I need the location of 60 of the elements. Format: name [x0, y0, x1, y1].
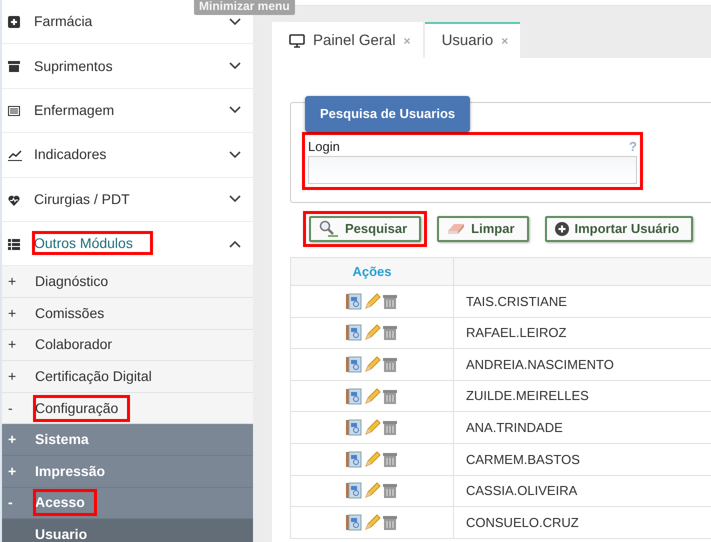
button[interactable]: Pesquisar [309, 216, 422, 242]
document-view-icon[interactable] [346, 324, 363, 342]
menu-item[interactable]: + Impressão [2, 456, 253, 488]
line-chart-icon [8, 150, 22, 162]
trash-icon[interactable] [382, 292, 398, 310]
document-view-icon[interactable] [346, 356, 363, 373]
input-field[interactable] [308, 156, 637, 184]
monitor-icon [289, 34, 305, 48]
field-label: Login [308, 138, 340, 156]
document-view-icon[interactable] [346, 482, 363, 500]
document-view-icon[interactable] [346, 292, 363, 310]
menu-item[interactable]: + Comissões [2, 298, 253, 330]
menu-item[interactable]: + Certificação Digital [2, 361, 253, 393]
chevron-down-icon [229, 18, 241, 26]
column-header: Ações [290, 258, 454, 286]
trash-icon[interactable] [382, 324, 398, 342]
menu-item[interactable]: - Configuração [2, 392, 253, 424]
list-icon [8, 106, 20, 116]
menu-item[interactable]: Usuario [2, 519, 253, 542]
chevron-down-icon [229, 62, 241, 70]
tab[interactable]: Usuario × [424, 22, 520, 58]
trash-icon[interactable] [382, 388, 398, 405]
chevron-down-icon [229, 150, 241, 159]
trash-icon[interactable] [382, 482, 398, 500]
document-view-icon[interactable] [346, 450, 363, 468]
trash-icon[interactable] [382, 514, 398, 531]
eraser-icon [447, 223, 466, 235]
chevron-down-icon [229, 195, 241, 204]
list-icon [8, 238, 20, 250]
pencil-icon[interactable] [364, 324, 381, 342]
document-view-icon[interactable] [346, 514, 363, 531]
trash-icon[interactable] [382, 450, 398, 468]
pencil-icon[interactable] [364, 419, 381, 436]
button[interactable]: Importar Usuário [544, 216, 694, 242]
pencil-icon[interactable] [364, 482, 381, 500]
chevron-up-icon [229, 240, 241, 248]
medical-cross-icon [8, 16, 20, 28]
pencil-icon[interactable] [364, 292, 381, 310]
pencil-icon[interactable] [364, 388, 381, 405]
magnifier-icon [319, 220, 339, 238]
box-icon [8, 61, 20, 72]
menu-item[interactable]: + Colaborador [2, 330, 253, 362]
document-view-icon[interactable] [346, 419, 363, 436]
chevron-down-icon [229, 106, 241, 114]
menu-item[interactable]: + Sistema [2, 424, 253, 456]
pencil-icon[interactable] [364, 450, 381, 468]
pencil-icon[interactable] [364, 514, 381, 531]
tab[interactable]: Painel Geral × [272, 22, 423, 58]
document-view-icon[interactable] [346, 388, 363, 405]
menu-item[interactable]: - Acesso [2, 488, 253, 520]
panel-title: Pesquisa de Usuarios [305, 96, 470, 132]
trash-icon[interactable] [382, 356, 398, 373]
plus-circle-icon [554, 222, 568, 236]
heart-pulse-icon [8, 194, 20, 206]
pencil-icon[interactable] [364, 356, 381, 373]
menu-item[interactable]: + Diagnóstico [2, 266, 253, 298]
button[interactable]: Limpar [437, 216, 528, 242]
trash-icon[interactable] [382, 419, 398, 436]
menu-item[interactable]: Outros Módulos [2, 222, 253, 266]
tooltip: Minimizar menu [194, 0, 295, 15]
